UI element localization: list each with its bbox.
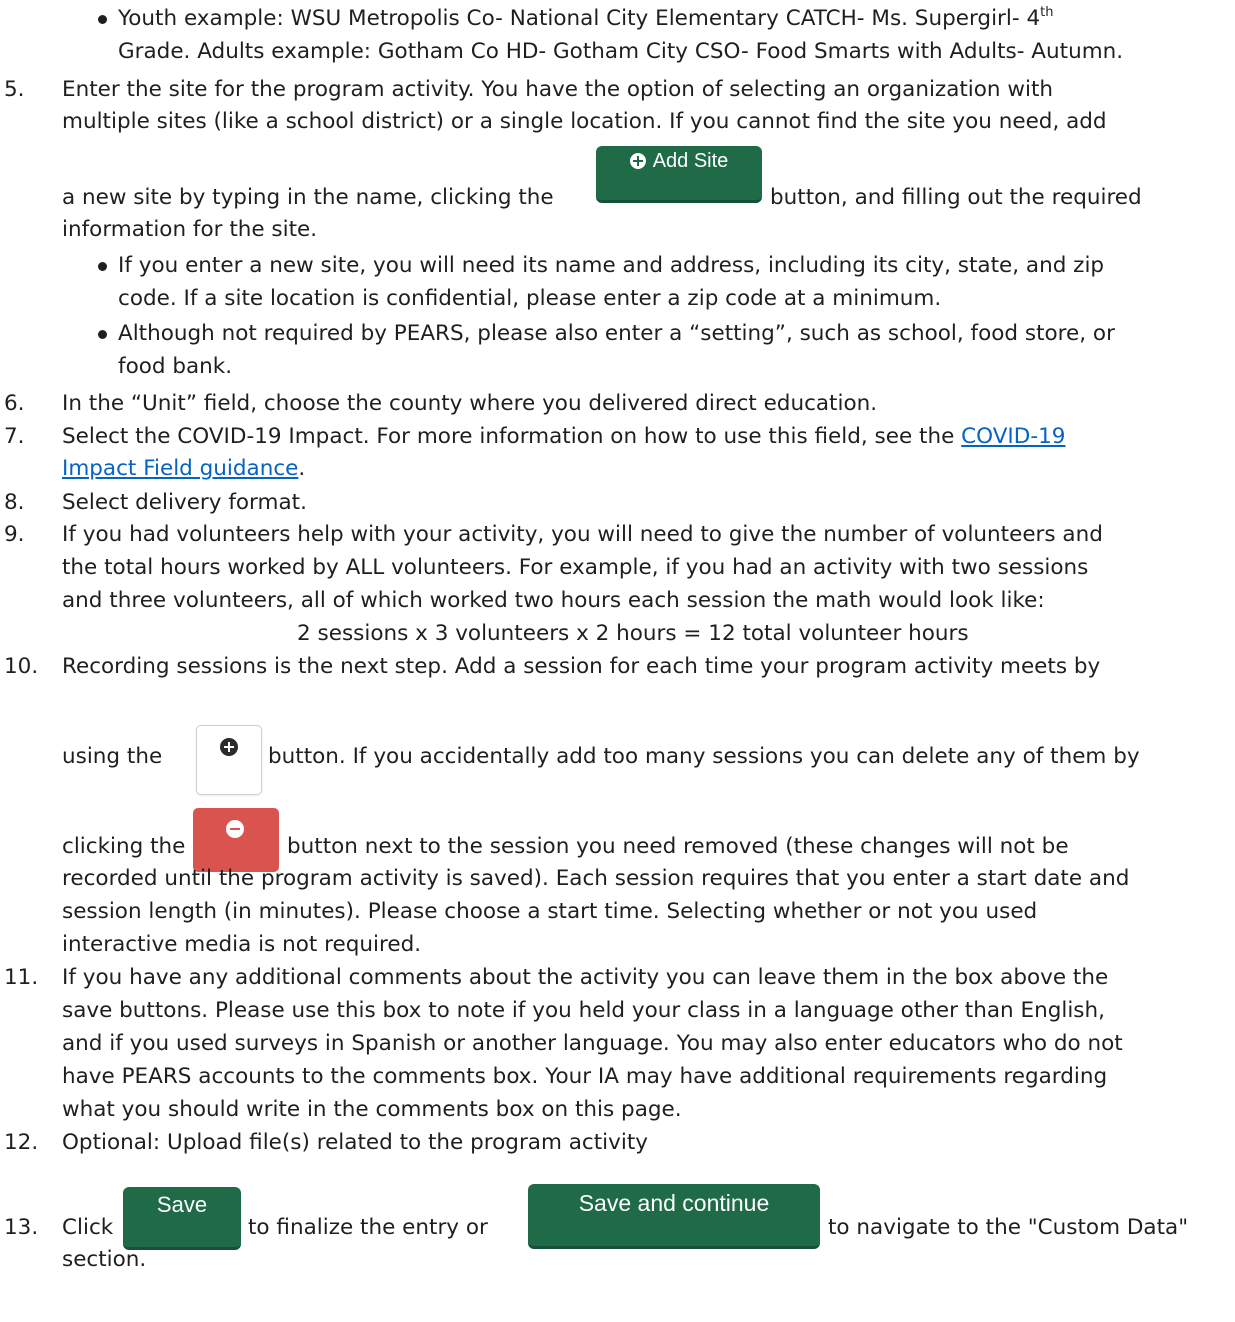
step9-line3: and three volunteers, all of which worke… [62,588,1045,613]
step4-bullet1-line1: Youth example: WSU Metropolis Co- Nation… [118,5,1054,31]
bullet-icon [98,262,107,271]
step5-bullet2-line2: food bank. [118,354,233,379]
save-and-continue-label: Save and continue [578,1189,770,1216]
step13-click: Click [62,1215,114,1240]
remove-session-button[interactable] [193,808,279,872]
step11-line2: save buttons. Please use this box to not… [62,998,1105,1023]
save-and-continue-button[interactable]: Save and continue [528,1184,820,1249]
step11-line1: If you have any additional comments abou… [62,965,1109,990]
plus-circle-icon [629,153,646,169]
step10-line4: recorded until the program activity is s… [62,866,1130,891]
add-site-label: Add Site [652,149,729,172]
covid-impact-link-cont[interactable]: Impact Field guidance [62,456,298,481]
step10-line2-before: using the [62,744,163,769]
step5-number: 5. [4,77,25,102]
step10-line3-before: clicking the [62,834,186,859]
superscript-th: th [1040,5,1054,20]
step10-line2-after: button. If you accidentally add too many… [268,744,1140,769]
step13-line2: section. [62,1247,147,1272]
step5-line4: information for the site. [62,217,318,242]
step8-number: 8. [4,490,25,515]
step10-line6: interactive media is not required. [62,932,422,957]
step12-text: Optional: Upload file(s) related to the … [62,1130,648,1155]
step11-number: 11. [4,965,39,990]
step9-line2: the total hours worked by ALL volunteers… [62,555,1089,580]
minus-circle-icon [226,820,244,838]
step5-line3-after: button, and filling out the required [770,185,1142,210]
step11-line5: what you should write in the comments bo… [62,1097,682,1122]
add-session-button[interactable] [196,725,262,795]
step11-line4: have PEARS accounts to the comments box.… [62,1064,1108,1089]
step7-line1: Select the COVID-19 Impact. For more inf… [62,424,1066,449]
step10-line5: session length (in minutes). Please choo… [62,899,1038,924]
step11-line3: and if you used surveys in Spanish or an… [62,1031,1123,1056]
step10-line3-after: button next to the session you need remo… [287,834,1069,859]
step6-text: In the “Unit” field, choose the county w… [62,391,878,416]
save-button[interactable]: Save [123,1187,241,1250]
step8-text: Select delivery format. [62,490,307,515]
step7-number: 7. [4,424,25,449]
step9-formula: 2 sessions x 3 volunteers x 2 hours = 12… [297,621,969,646]
step6-number: 6. [4,391,25,416]
step5-line3-before: a new site by typing in the name, clicki… [62,185,554,210]
save-button-label: Save [156,1192,208,1217]
bullet-icon [98,15,107,24]
step7-line2: Impact Field guidance. [62,456,306,481]
step13-after: to navigate to the "Custom Data" [828,1215,1189,1240]
step9-number: 9. [4,522,25,547]
step9-line1: If you had volunteers help with your act… [62,522,1103,547]
step10-line1: Recording sessions is the next step. Add… [62,654,1101,679]
step5-bullet2-line1: Although not required by PEARS, please a… [118,321,1115,346]
add-site-button[interactable]: Add Site [596,146,762,203]
step4-bullet1-line2: Grade. Adults example: Gotham Co HD- Got… [118,39,1124,64]
step5-bullet1-line1: If you enter a new site, you will need i… [118,253,1105,278]
step13-middle: to finalize the entry or [248,1215,488,1240]
covid-impact-link[interactable]: COVID-19 [961,424,1065,449]
step5-line2: multiple sites (like a school district) … [62,109,1107,134]
step5-bullet1-line2: code. If a site location is confidential… [118,286,942,311]
step12-number: 12. [4,1130,39,1155]
plus-circle-icon [220,738,238,756]
bullet-icon [98,330,107,339]
step10-number: 10. [4,654,39,679]
step5-line1: Enter the site for the program activity.… [62,77,1054,102]
step13-number: 13. [4,1215,39,1240]
